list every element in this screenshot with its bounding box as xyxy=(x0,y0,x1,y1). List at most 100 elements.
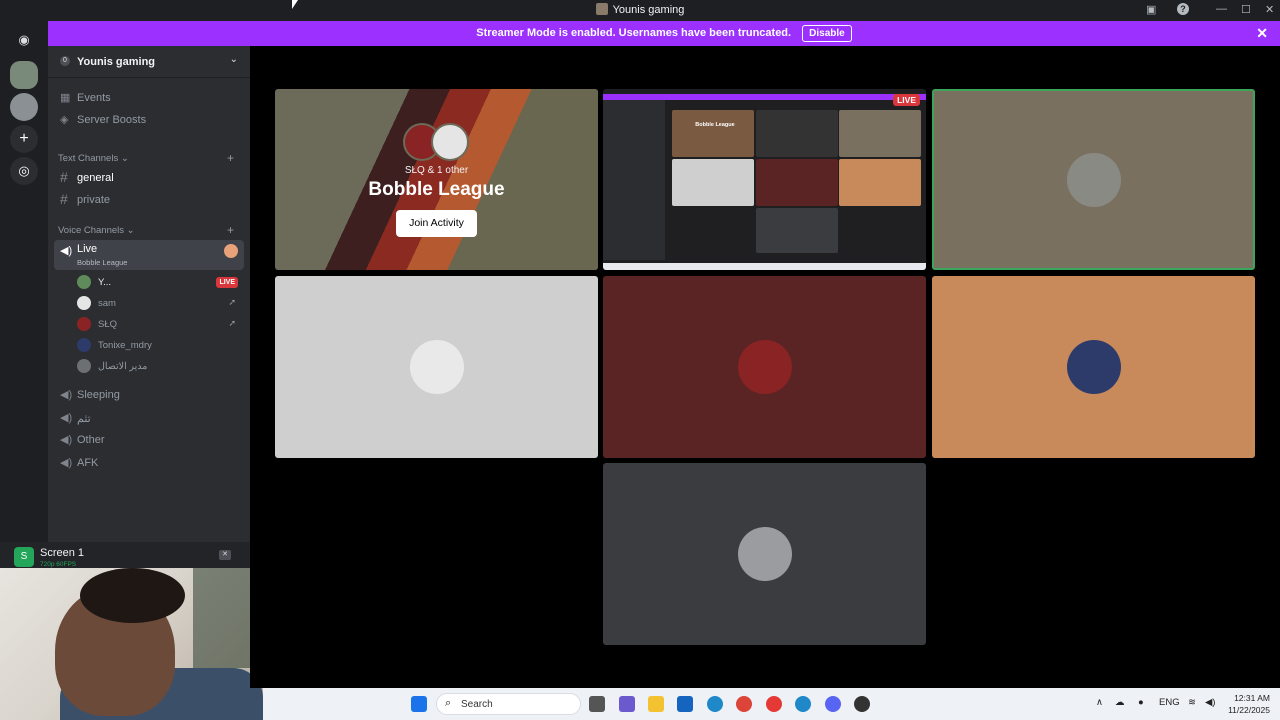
stop-share-icon[interactable]: ✕ xyxy=(219,550,231,560)
voice-user[interactable]: مدير الاتصال xyxy=(77,358,244,376)
channel-general[interactable]: # general xyxy=(54,168,244,188)
voice-channel-live[interactable]: ◀) Live Bobble League xyxy=(54,240,244,270)
file-explorer-icon[interactable] xyxy=(648,696,664,712)
chevron-down-icon: ⌄ xyxy=(229,54,238,65)
voice-channel-label: تثم xyxy=(77,413,91,425)
events-item[interactable]: ▦ Events xyxy=(48,88,250,108)
activity-title: Bobble League xyxy=(368,179,505,200)
voice-channels-category[interactable]: Voice Channels ⌄ + xyxy=(58,223,234,237)
username: SŁQ xyxy=(98,319,118,330)
voice-grid: SŁQ & 1 other Bobble League Join Activit… xyxy=(250,46,1280,688)
explore-icon[interactable]: ◎ xyxy=(10,157,38,185)
obs-icon[interactable] xyxy=(854,696,870,712)
inbox-icon[interactable]: ▣ xyxy=(1146,3,1156,16)
activity-tile[interactable]: SŁQ & 1 other Bobble League Join Activit… xyxy=(275,89,598,270)
voice-channel-activity: Bobble League xyxy=(77,258,128,267)
speaker-icon: ◀) xyxy=(60,389,73,401)
events-label: Events xyxy=(77,92,111,104)
username: مدير الاتصال xyxy=(98,361,148,372)
voice-user[interactable]: Y... LIVE xyxy=(77,274,244,292)
calendar-icon: ▦ xyxy=(60,92,71,104)
activity-avatar xyxy=(431,123,469,161)
add-text-channel-icon[interactable]: + xyxy=(227,151,234,165)
clock-time: 12:31 AM xyxy=(1234,693,1270,703)
rocket-icon: ➚ xyxy=(228,318,236,328)
stream-mini-tile xyxy=(756,208,838,253)
window-title: Younis gaming xyxy=(0,3,1280,16)
disable-button[interactable]: Disable xyxy=(802,25,852,42)
server-boosts-item[interactable]: ◈ Server Boosts xyxy=(48,110,250,130)
activity-participants: SŁQ & 1 other xyxy=(404,165,469,176)
voice-channel-afk[interactable]: ◀) AFK xyxy=(54,453,244,473)
user-tile[interactable] xyxy=(603,463,926,645)
voice-channel-arabic[interactable]: ◀) تثم xyxy=(54,408,244,428)
channel-label: private xyxy=(77,194,111,206)
voice-channel-label: AFK xyxy=(77,457,99,469)
username: sam xyxy=(98,298,116,309)
user-avatar xyxy=(737,340,792,394)
add-voice-channel-icon[interactable]: + xyxy=(227,223,234,237)
voice-user[interactable]: SŁQ ➚ xyxy=(77,316,244,334)
server-younis-icon[interactable] xyxy=(10,61,38,89)
windows-start-icon[interactable] xyxy=(411,696,427,712)
voice-channel-other[interactable]: ◀) Other xyxy=(54,430,244,450)
server-header[interactable]: 0 Younis gaming ⌄ xyxy=(48,46,250,78)
title-bar: Younis gaming ▣ ? — ☐ ✕ xyxy=(0,0,1280,21)
user-tile[interactable] xyxy=(275,276,598,458)
user-tile-speaking[interactable] xyxy=(932,89,1255,270)
stream-sidebar xyxy=(603,100,665,260)
mouse-cursor xyxy=(292,0,298,9)
voice-user[interactable]: Tonixe_mdry xyxy=(77,337,244,355)
avatar xyxy=(77,359,91,373)
speaker-icon: ◀) xyxy=(60,245,73,257)
user-tile[interactable] xyxy=(932,276,1255,458)
discord-taskbar-icon[interactable] xyxy=(825,696,841,712)
browser-icon[interactable] xyxy=(795,696,811,712)
live-badge: LIVE xyxy=(893,94,920,106)
chrome-icon[interactable] xyxy=(736,696,752,712)
cloud-icon[interactable]: ☁ xyxy=(1115,697,1125,708)
user-avatar xyxy=(1066,152,1121,207)
copilot-icon[interactable] xyxy=(619,696,635,712)
voice-channel-label: Live xyxy=(77,243,98,255)
rocket-icon: ➚ xyxy=(228,297,236,307)
join-activity-button[interactable]: Join Activity xyxy=(396,210,477,237)
clock[interactable]: 12:31 AM 11/22/2025 xyxy=(1228,692,1270,716)
stream-tile[interactable]: LIVE Bobble League xyxy=(603,89,926,270)
add-server-icon[interactable]: + xyxy=(10,125,38,153)
user-avatar xyxy=(1066,340,1121,394)
app-icon[interactable] xyxy=(766,696,782,712)
minimize-icon[interactable]: — xyxy=(1216,3,1227,15)
avatar xyxy=(77,338,91,352)
server-icon xyxy=(595,3,608,15)
server-2-icon[interactable] xyxy=(10,93,38,121)
language-indicator[interactable]: ENG xyxy=(1159,697,1180,708)
volume-icon[interactable]: ◀) xyxy=(1205,697,1215,708)
stream-mini-tile xyxy=(672,110,754,157)
discord-home-icon[interactable]: ◉ xyxy=(10,26,38,54)
task-view-icon[interactable] xyxy=(589,696,605,712)
username: Y... xyxy=(98,277,112,288)
screen-share-quality: 720p 60FPS xyxy=(40,561,77,568)
screen-share-panel: S Screen 1 720p 60FPS ✕ xyxy=(0,542,250,568)
banner-close-icon[interactable]: ✕ xyxy=(1256,25,1268,42)
voice-channel-sleeping[interactable]: ◀) Sleeping xyxy=(54,385,244,405)
server-badge: 0 xyxy=(60,56,70,66)
maximize-icon[interactable]: ☐ xyxy=(1241,3,1251,16)
edge-icon[interactable] xyxy=(707,696,723,712)
close-window-icon[interactable]: ✕ xyxy=(1265,3,1274,16)
channel-private[interactable]: # private xyxy=(54,190,244,210)
stream-mini-tile xyxy=(672,159,754,206)
text-channels-category[interactable]: Text Channels ⌄ + xyxy=(58,151,234,165)
user-tile[interactable] xyxy=(603,276,926,458)
help-icon[interactable]: ? xyxy=(1177,3,1189,15)
activity-avatar xyxy=(224,244,238,258)
taskbar-search[interactable]: ⌕ Search xyxy=(436,693,581,715)
store-icon[interactable] xyxy=(677,696,693,712)
voice-user[interactable]: sam ➚ xyxy=(77,295,244,313)
speaker-icon: ◀) xyxy=(60,434,73,446)
wifi-icon[interactable]: ≋ xyxy=(1188,697,1196,708)
tray-chevron-icon[interactable]: ∧ xyxy=(1096,697,1103,708)
mic-icon[interactable]: ● xyxy=(1138,697,1144,708)
voice-channel-label: Other xyxy=(77,434,105,446)
